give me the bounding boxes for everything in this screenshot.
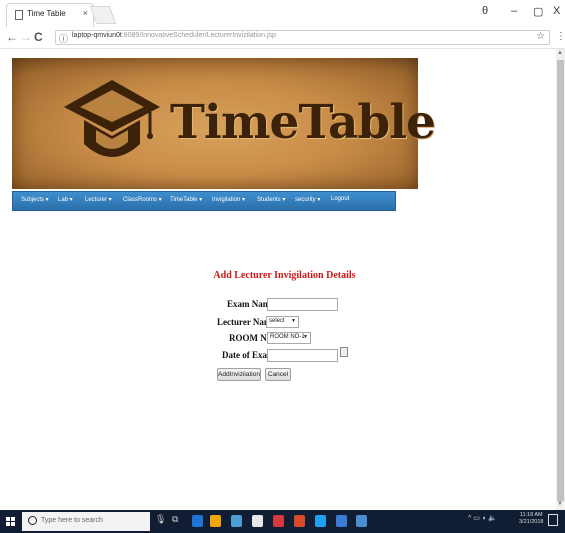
restore-icon[interactable]: ▢ (533, 5, 543, 18)
nav-item-lab[interactable]: Lab ▾ (58, 196, 73, 203)
room-no-value: ROOM NO-1 (270, 334, 305, 340)
page-icon (15, 10, 23, 20)
back-arrow-icon[interactable]: ← (6, 30, 18, 44)
notification-icon[interactable] (548, 514, 558, 526)
nav-item-students[interactable]: Students ▾ (257, 196, 285, 203)
date-of-exam-input[interactable] (267, 349, 338, 362)
tab-title: Time Table (27, 9, 66, 18)
edge-icon[interactable] (192, 515, 203, 527)
clock-time: 11:18 AM (519, 512, 543, 518)
close-icon[interactable]: X (553, 5, 560, 17)
info-icon: ⓘ (59, 34, 69, 44)
cortana-icon (28, 516, 37, 525)
chevron-down-icon: ▼ (291, 318, 296, 324)
nav-item-timetable[interactable]: TimeTable ▾ (170, 196, 202, 203)
lecturer-name-value: select (269, 318, 285, 324)
taskbar-search[interactable]: Type here to search (22, 512, 150, 531)
windows-start-icon[interactable] (0, 510, 22, 533)
chevron-down-icon: ▼ (303, 334, 308, 340)
graduation-cap-icon (64, 80, 160, 157)
cancel-button[interactable]: Cancel (265, 368, 291, 381)
form-title: Add Lecturer Invigilation Details (213, 270, 356, 281)
calendar-icon[interactable] (340, 347, 348, 357)
logo-text: TimeTable (170, 95, 436, 150)
nav-item-lecturer[interactable]: Lecturer ▾ (85, 196, 112, 203)
exam-name-input[interactable] (267, 298, 338, 311)
tab-close-icon[interactable]: × (83, 8, 88, 18)
url-text: laptop-qmviun0t:8089/InnovativeScheduler… (72, 32, 276, 39)
clock-date: 3/21/2018 (519, 519, 544, 525)
url-bar[interactable]: ⓘ laptop-qmviun0t:8089/InnovativeSchedul… (55, 30, 550, 45)
photos-icon[interactable] (356, 515, 367, 527)
office-icon[interactable] (294, 515, 305, 527)
scroll-down-arrow-icon[interactable]: ▼ (557, 501, 563, 507)
lecturer-name-select[interactable]: select ▼ (266, 316, 299, 328)
room-no-select[interactable]: ROOM NO-1 ▼ (267, 332, 311, 344)
task-view-icon[interactable]: ⧉ (172, 514, 178, 525)
nav-item-subjects[interactable]: Subjects ▾ (21, 196, 49, 203)
scroll-up-arrow-icon[interactable]: ▲ (557, 50, 563, 56)
reload-icon[interactable]: C (34, 30, 43, 44)
system-tray-icons[interactable]: ^ ▭ ◖ 🔈 (468, 514, 497, 522)
forward-arrow-icon[interactable]: → (20, 30, 32, 44)
taskbar-search-placeholder: Type here to search (41, 517, 103, 524)
nav-item-classrooms[interactable]: ClassRooms ▾ (123, 196, 162, 203)
store-icon[interactable] (252, 515, 263, 527)
more-menu-icon[interactable]: ⋮ (556, 31, 565, 42)
nav-item-logout[interactable]: Logout (331, 196, 349, 202)
mail-icon[interactable] (273, 515, 284, 527)
browser-tab[interactable]: Time Table × (6, 3, 94, 27)
nav-item-invigilation[interactable]: Invigilation ▾ (212, 196, 245, 203)
app-icon[interactable] (231, 515, 242, 527)
nav-item-security[interactable]: security ▾ (295, 196, 320, 203)
chrome-icon[interactable] (210, 515, 221, 527)
pen-icon[interactable] (336, 515, 347, 527)
skype-icon[interactable] (315, 515, 326, 527)
microphone-icon[interactable]: 🎙 (155, 514, 166, 525)
add-invizilation-button[interactable]: AddInvizilation (217, 368, 261, 381)
bookmark-star-icon[interactable]: ☆ (536, 31, 545, 42)
main-navbar: Subjects ▾ Lab ▾ Lecturer ▾ ClassRooms ▾… (12, 191, 396, 211)
profile-icon[interactable]: θ (482, 5, 488, 17)
taskbar-clock[interactable]: 11:18 AM 3/21/2018 (519, 512, 543, 526)
minimize-icon[interactable]: – (511, 5, 517, 17)
